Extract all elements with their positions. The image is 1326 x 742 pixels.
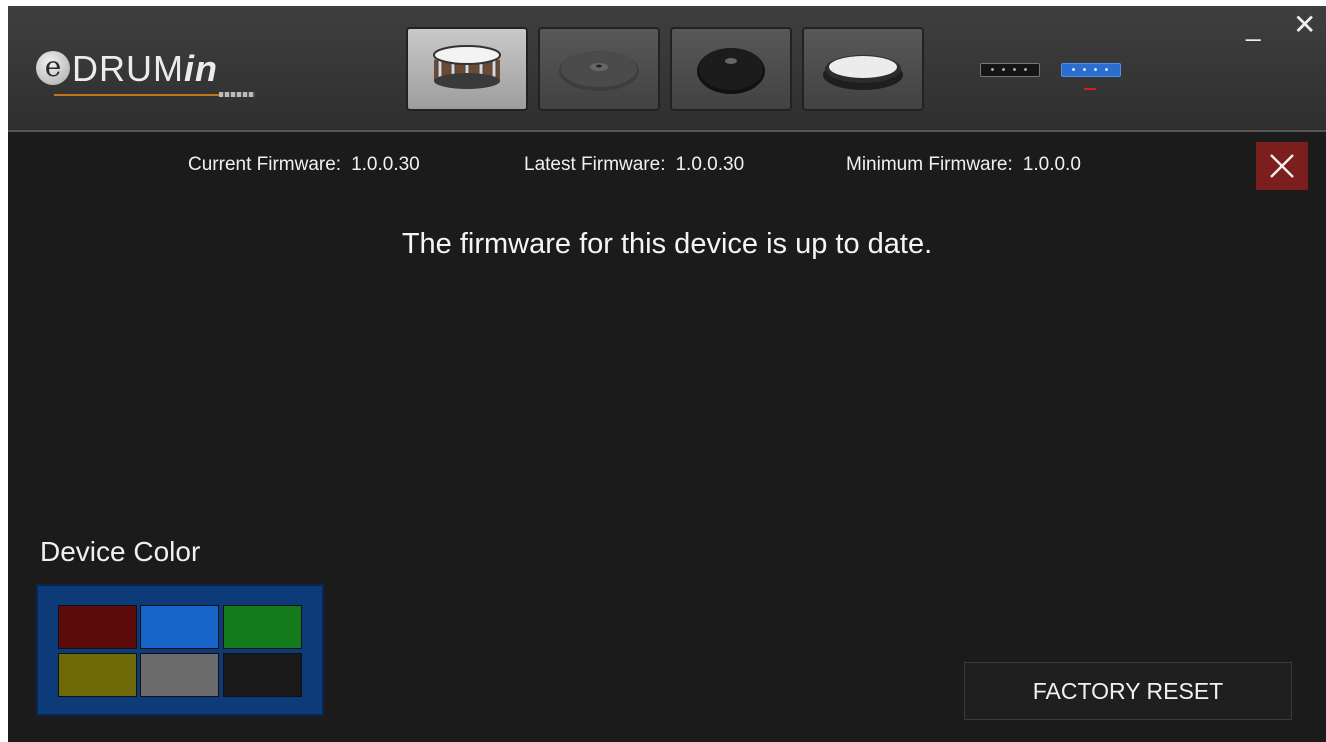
minimum-firmware-label: Minimum Firmware:: [846, 154, 1013, 175]
device-color-picker: [36, 584, 324, 716]
snare-drum-icon: [433, 45, 501, 89]
firmware-panel: Current Firmware: 1.0.0.30 Latest Firmwar…: [8, 132, 1326, 742]
port-pins: [987, 67, 1033, 72]
color-swatch-blue[interactable]: [140, 605, 219, 649]
window-close-button[interactable]: ✕: [1293, 8, 1316, 41]
minimize-button[interactable]: _: [1246, 12, 1260, 43]
port-1-icon[interactable]: [980, 63, 1040, 77]
device-color-label: Device Color: [40, 536, 201, 567]
color-swatch-red[interactable]: [58, 605, 137, 649]
color-swatch-green[interactable]: [223, 605, 302, 649]
logo-wordmark: DRUMin: [72, 48, 218, 90]
firmware-info-row: Current Firmware: 1.0.0.30 Latest Firmwar…: [8, 154, 1326, 178]
firmware-status-message: The firmware for this device is up to da…: [401, 228, 933, 260]
current-firmware-value: 1.0.0.30: [351, 154, 420, 175]
logo-cable-line: [54, 94, 219, 96]
color-swatch-black[interactable]: [223, 653, 302, 697]
close-icon: [1270, 154, 1294, 178]
tab-pad-white[interactable]: [802, 27, 924, 111]
color-swatch-yellow[interactable]: [58, 653, 137, 697]
minimum-firmware-value: 1.0.0.0: [1022, 154, 1081, 175]
logo-suffix-text: in: [183, 48, 218, 89]
top-toolbar: e DRUMin _ ✕: [8, 6, 1326, 132]
edrumin-logo: e DRUMin: [36, 46, 266, 102]
latest-firmware-value: 1.0.0.30: [675, 154, 745, 175]
port-2-icon[interactable]: [1061, 63, 1121, 77]
app-window: e DRUMin _ ✕ Current Firmware: 1.0.0.30 …: [8, 6, 1326, 742]
panel-close-button[interactable]: [1256, 142, 1308, 190]
factory-reset-button[interactable]: FACTORY RESET: [964, 662, 1292, 720]
minimum-firmware: Minimum Firmware: 1.0.0.0: [846, 154, 1081, 176]
cymbal-gray-icon: [559, 51, 639, 91]
color-swatch-gray[interactable]: [140, 653, 219, 697]
latest-firmware-label: Latest Firmware:: [524, 154, 666, 175]
tab-cymbal-black[interactable]: [670, 27, 792, 111]
logo-e-badge: e: [36, 51, 70, 85]
current-firmware-label: Current Firmware:: [188, 154, 342, 175]
current-firmware: Current Firmware: 1.0.0.30: [188, 154, 420, 176]
port-pins: [1068, 67, 1114, 72]
cymbal-black-icon: [697, 48, 765, 94]
logo-main-text: DRUM: [72, 48, 184, 89]
latest-firmware: Latest Firmware: 1.0.0.30: [524, 154, 744, 176]
practice-pad-icon: [823, 55, 903, 90]
logo-plug-icon: [219, 92, 255, 97]
tab-snare-drum[interactable]: [406, 27, 528, 111]
tab-cymbal-gray[interactable]: [538, 27, 660, 111]
active-port-indicator: [1084, 88, 1096, 90]
